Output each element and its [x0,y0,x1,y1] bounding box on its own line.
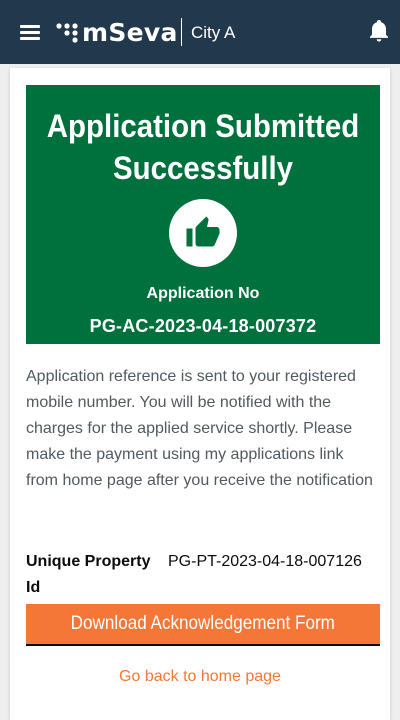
acknowledgement-card: Application Submitted Successfully Appli… [10,68,390,720]
banner-title: Application Submitted Successfully [40,105,366,189]
download-button-label: Download Acknowledgement Form [70,613,336,634]
city-selector[interactable]: City A [191,22,235,44]
go-home-link[interactable]: Go back to home page [10,666,390,688]
application-no-value: PG-AC-2023-04-18-007372 [89,316,317,336]
thumbs-up-icon [186,216,220,247]
download-acknowledgement-button[interactable]: Download Acknowledgement Form [26,604,380,646]
property-id-value: PG-PT-2023-04-18-007126 [168,553,362,570]
app-logo[interactable]: mSeva [56,18,178,48]
banner-title-line1: Application Submitted [46,108,360,144]
submission-message: Application reference is sent to your re… [26,368,373,489]
menu-icon[interactable] [20,24,42,40]
thumbs-up-badge [169,199,237,267]
logo-text: mSeva [82,18,178,47]
banner-title-line2: Successfully [112,150,294,186]
property-id-label: Unique Property Id [26,553,151,596]
success-banner: Application Submitted Successfully Appli… [26,85,380,344]
mseva-dots-icon [56,23,78,43]
bell-icon[interactable] [369,20,389,42]
application-no-label: Application No [146,285,260,302]
header-divider [181,18,182,46]
top-app-bar: mSeva City A [0,0,400,64]
